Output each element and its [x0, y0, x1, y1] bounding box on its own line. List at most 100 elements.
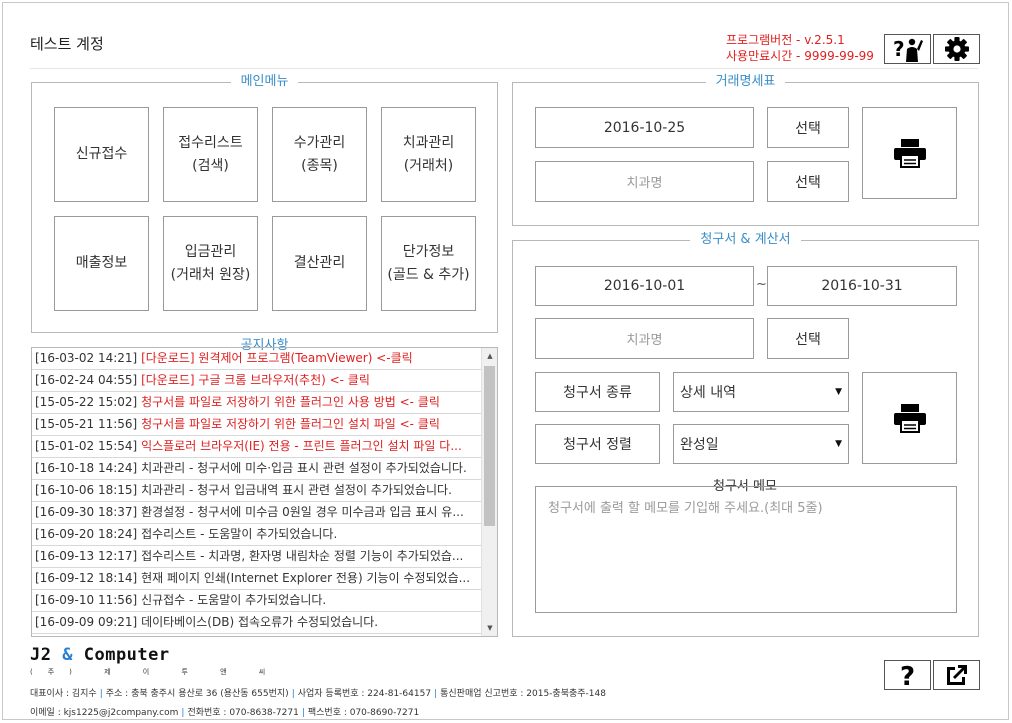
notice-row[interactable]: [16-10-06 18:15] 치과관리 - 청구서 입금내역 표시 관련 설… [32, 480, 482, 502]
scroll-thumb[interactable] [484, 366, 495, 526]
invoice-date-from-field[interactable]: 2016-10-01 [535, 266, 754, 306]
footer-separator: | [434, 689, 438, 699]
notice-date: [16-09-30 18:37] [35, 505, 138, 519]
menu-button-5[interactable]: 매출정보 [54, 216, 149, 311]
invoice-clinic-select-button[interactable]: 선택 [767, 318, 849, 359]
menu-button-1[interactable]: 신규접수 [54, 107, 149, 202]
menu-button-label: 신규접수 [75, 146, 128, 162]
version-line: 프로그램버전 - v.2.5.1 [726, 33, 845, 47]
notice-row[interactable]: [16-09-20 18:24] 접수리스트 - 도움말이 추가되었습니다. [32, 524, 482, 546]
notice-row[interactable]: [16-09-09 09:21] 데이타베이스(DB) 접속오류가 수정되었습니… [32, 612, 482, 634]
notice-list[interactable]: [16-03-02 14:21] [다운로드] 원격제어 프로그램(TeamVi… [31, 347, 498, 637]
notice-row[interactable]: [16-09-10 11:56] 신규접수 - 도움말이 추가되었습니다. [32, 590, 482, 612]
menu-button-4[interactable]: 치과관리 (거래처) [381, 107, 476, 202]
help-button[interactable]: ? [884, 34, 931, 64]
transaction-clinic-select-button[interactable]: 선택 [767, 161, 849, 202]
version-info: 프로그램버전 - v.2.5.1 사용만료시간 - 9999-99-99 [726, 32, 874, 64]
external-link-button[interactable] [933, 660, 980, 690]
notice-date: [15-05-21 11:56] [35, 417, 138, 431]
transaction-title: 거래명세표 [513, 74, 978, 90]
notice-row[interactable]: [16-02-24 04:55] [다운로드] 구글 크롬 브라우저(추천) <… [32, 370, 482, 392]
menu-button-sublabel: (거래처 원장) [170, 266, 251, 283]
menu-button-3[interactable]: 수가관리 (종목) [272, 107, 367, 202]
menu-button-label: 입금관리 [184, 243, 237, 260]
footer-item: 이메일 : kjs1225@j2company.com [30, 708, 179, 718]
notice-row[interactable]: [15-05-22 15:02] 청구서를 파일로 저장하기 위한 플러그인 사… [32, 392, 482, 414]
scroll-up-icon[interactable]: ▲ [482, 349, 497, 363]
notice-text: [다운로드] 구글 크롬 브라우저(추천) <- 클릭 [141, 373, 370, 387]
footer-separator: | [301, 708, 305, 718]
printer-icon [893, 139, 926, 168]
menu-button-sublabel: (종목) [301, 157, 338, 174]
notice-date: [16-02-24 04:55] [35, 373, 138, 387]
notice-text: 치과관리 - 청구서에 미수·입금 표시 관련 설정이 추가되었습니다. [141, 461, 467, 475]
memo-textarea[interactable]: 청구서에 출력 할 메모를 기입해 주세요.(최대 5줄) [535, 486, 957, 613]
scroll-down-icon[interactable]: ▼ [482, 621, 497, 635]
company-logo: J2 & Computer (주) 제 이 투 앤 씨 [30, 645, 280, 677]
notice-header: 공지사항 [31, 338, 498, 353]
page-title: 테스트 계정 [30, 35, 104, 53]
footer-line-1: 대표이사 : 김지수 | 주소 : 충북 충주시 용산로 36 (용산동 655번지… [30, 686, 606, 699]
notice-row[interactable]: [15-01-02 15:54] 익스플로러 브라우저(IE) 전용 - 프린트… [32, 436, 482, 458]
notice-row[interactable]: [16-09-30 18:37] 환경설정 - 청구서에 미수금 0원일 경우 … [32, 502, 482, 524]
notice-text: 접수리스트 - 치과명, 환자명 내림차순 정렬 기능이 추가되었습... [141, 549, 464, 563]
notice-date: [16-03-02 14:21] [35, 351, 138, 365]
notice-text: 현재 페이지 인쇄(Internet Explorer 전용) 기능이 수정되었… [141, 571, 471, 585]
notice-date: [15-01-02 15:54] [35, 439, 138, 453]
notice-text: 접수리스트 - 도움말이 추가되었습니다. [141, 527, 338, 541]
transaction-date-field[interactable]: 2016-10-25 [535, 107, 754, 148]
menu-button-6[interactable]: 입금관리 (거래처 원장) [163, 216, 258, 311]
header-divider [30, 68, 978, 69]
menu-button-sublabel: (골드 & 추가) [387, 266, 470, 283]
notice-row[interactable]: [16-03-02 14:21] [다운로드] 원격제어 프로그램(TeamVi… [32, 348, 482, 370]
transaction-print-button[interactable] [862, 107, 957, 199]
notice-row[interactable]: [15-05-21 11:56] 청구서를 파일로 저장하기 위한 플러그인 설… [32, 414, 482, 436]
footer-item: 주소 : 충북 충주시 용산로 36 (용산동 655번지) [105, 689, 289, 699]
invoice-type-select[interactable]: 상세 내역 ▼ [673, 372, 849, 412]
svg-text:?: ? [893, 37, 905, 61]
transaction-date-select-button[interactable]: 선택 [767, 107, 849, 148]
menu-button-2[interactable]: 접수리스트 (검색) [163, 107, 258, 202]
invoice-sort-select[interactable]: 완성일 ▼ [673, 424, 849, 464]
notice-date: [16-09-09 09:21] [35, 615, 138, 629]
notice-date: [15-05-22 15:02] [35, 395, 138, 409]
notice-date: [16-09-13 12:17] [35, 549, 138, 563]
invoice-type-value: 상세 내역 [680, 385, 736, 401]
menu-button-7[interactable]: 결산관리 [272, 216, 367, 311]
notice-row[interactable]: [16-09-12 18:14] 현재 페이지 인쇄(Internet Expl… [32, 568, 482, 590]
gear-icon [944, 37, 969, 61]
external-link-icon [946, 665, 967, 685]
date-range-separator: ~ [756, 277, 767, 292]
notice-row[interactable]: [16-09-13 12:17] 접수리스트 - 치과명, 환자명 내림차순 정… [32, 546, 482, 568]
help-button-bottom[interactable]: ? [884, 660, 931, 690]
notice-row[interactable]: [16-10-18 14:24] 치과관리 - 청구서에 미수·입금 표시 관련… [32, 458, 482, 480]
notice-date: [16-09-10 11:56] [35, 593, 138, 607]
notice-date: [16-09-12 18:14] [35, 571, 138, 585]
invoice-date-to-field[interactable]: 2016-10-31 [767, 266, 957, 306]
menu-button-label: 단가정보 [402, 243, 455, 260]
expiry-line: 사용만료시간 - 9999-99-99 [726, 49, 874, 63]
notice-date: [16-09-20 18:24] [35, 527, 138, 541]
invoice-sort-value: 완성일 [680, 437, 719, 453]
menu-button-sublabel: (검색) [192, 157, 229, 174]
settings-button[interactable] [933, 34, 980, 64]
transaction-clinic-field[interactable]: 치과명 [535, 161, 754, 202]
notice-date: [16-10-18 14:24] [35, 461, 138, 475]
notice-text: 환경설정 - 청구서에 미수금 0원일 경우 미수금과 입금 표시 유... [141, 505, 464, 519]
question-icon: ? [900, 662, 915, 688]
help-person-icon: ? [893, 37, 923, 62]
dropdown-arrow-icon: ▼ [835, 387, 842, 397]
footer-item: 사업자 등록번호 : 224-81-64157 [297, 689, 432, 699]
footer-item: 대표이사 : 김지수 [30, 689, 97, 699]
main-menu-title: 메인메뉴 [32, 74, 497, 90]
invoice-print-button[interactable] [862, 372, 957, 464]
menu-button-8[interactable]: 단가정보 (골드 & 추가) [381, 216, 476, 311]
invoice-type-label: 청구서 종류 [535, 372, 660, 412]
menu-button-label: 매출정보 [75, 255, 128, 271]
notice-text: 청구서를 파일로 저장하기 위한 플러그인 사용 방법 <- 클릭 [141, 395, 440, 409]
notice-scrollbar[interactable]: ▲ ▼ [481, 348, 497, 636]
menu-button-label: 결산관리 [293, 255, 346, 271]
invoice-clinic-field[interactable]: 치과명 [535, 318, 754, 359]
menu-button-sublabel: (거래처) [403, 157, 454, 174]
menu-button-label: 접수리스트 [178, 134, 243, 151]
